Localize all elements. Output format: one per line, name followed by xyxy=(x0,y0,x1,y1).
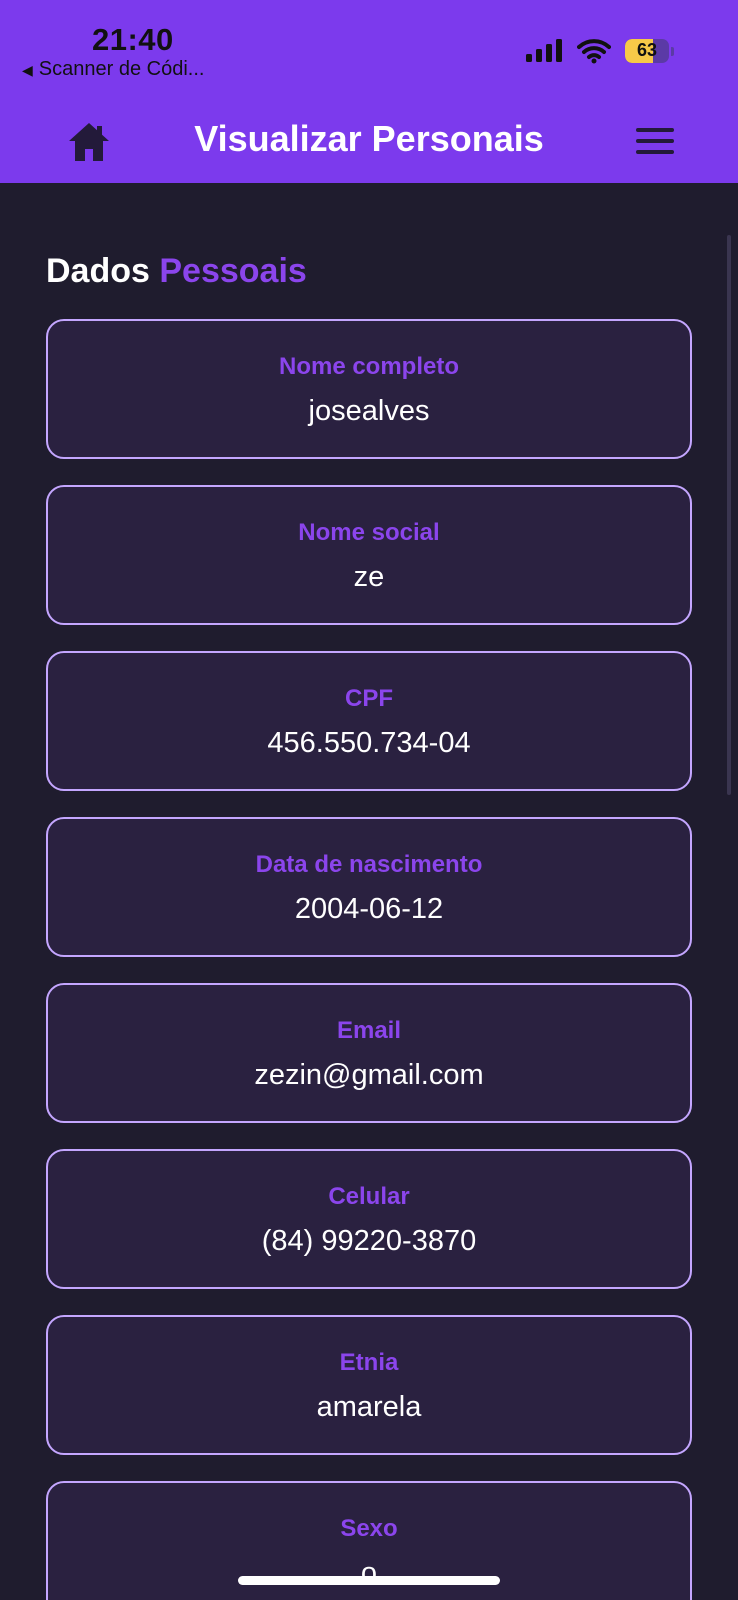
scrollbar[interactable] xyxy=(727,235,731,795)
field-value: 456.550.734-04 xyxy=(267,727,471,759)
battery-tip xyxy=(671,46,674,56)
field-label: Nome completo xyxy=(278,353,460,380)
battery-percent: 63 xyxy=(636,40,658,60)
screen: 21:40 ◀ Scanner de Códi... 63 Visualizar… xyxy=(0,0,738,1600)
status-icons: 63 xyxy=(525,38,674,64)
battery-indicator: 63 xyxy=(625,39,669,63)
field-value: ze xyxy=(353,561,385,593)
field-label: Email xyxy=(336,1017,402,1044)
menu-button[interactable] xyxy=(636,128,674,158)
field-value: o xyxy=(360,1557,378,1589)
field-card-nome-social: Nome social ze xyxy=(46,485,692,625)
field-card-celular: Celular (84) 99220-3870 xyxy=(46,1149,692,1289)
cellular-signal-icon xyxy=(526,39,562,62)
wifi-icon xyxy=(577,39,611,64)
field-card-data-nascimento: Data de nascimento 2004-06-12 xyxy=(46,817,692,957)
field-label: Sexo xyxy=(340,1515,398,1542)
top-app-bar: 21:40 ◀ Scanner de Códi... 63 Visualizar… xyxy=(0,0,738,183)
field-card-cpf: CPF 456.550.734-04 xyxy=(46,651,692,791)
back-to-app-link[interactable]: ◀ Scanner de Códi... xyxy=(22,58,204,81)
back-arrow-icon: ◀ xyxy=(22,62,33,78)
field-label: Nome social xyxy=(298,519,440,546)
field-label: Etnia xyxy=(339,1349,399,1376)
field-value: josealves xyxy=(308,395,430,427)
back-app-label: Scanner de Códi... xyxy=(38,58,205,80)
section-title-part2: Pessoais xyxy=(159,252,307,290)
section-title-part1: Dados xyxy=(46,252,150,290)
field-label: CPF xyxy=(345,685,393,712)
home-indicator[interactable] xyxy=(238,1576,500,1585)
field-value: zezin@gmail.com xyxy=(254,1059,484,1091)
field-card-nome-completo: Nome completo josealves xyxy=(46,319,692,459)
field-value: 2004-06-12 xyxy=(294,893,444,925)
field-label: Celular xyxy=(328,1183,410,1210)
field-value: amarela xyxy=(316,1391,422,1423)
page-title: Visualizar Personais xyxy=(194,118,544,159)
hamburger-menu-icon xyxy=(636,128,674,154)
section-title: Dados Pessoais xyxy=(46,252,307,291)
field-value: (84) 99220-3870 xyxy=(261,1225,477,1257)
field-card-etnia: Etnia amarela xyxy=(46,1315,692,1455)
field-label: Data de nascimento xyxy=(255,851,483,878)
status-time: 21:40 xyxy=(92,22,174,57)
field-card-email: Email zezin@gmail.com xyxy=(46,983,692,1123)
